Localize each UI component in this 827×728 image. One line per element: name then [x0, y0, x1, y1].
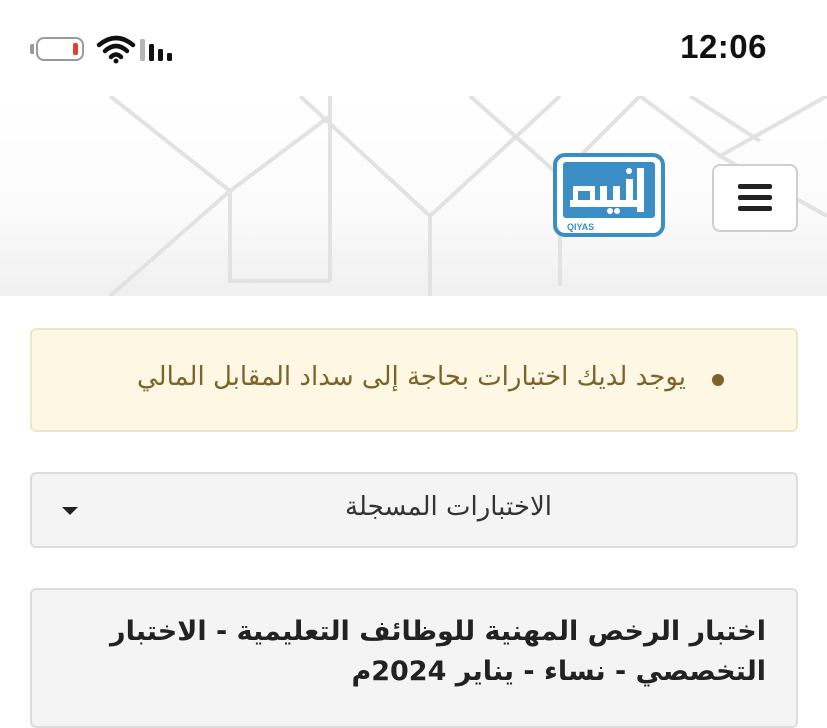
wifi-icon: [96, 35, 136, 64]
dropdown-selected-label: الاختبارات المسجلة: [345, 492, 552, 522]
cellular-signal-icon: [140, 39, 172, 61]
test-title: اختبار الرخص المهنية للوظائف التعليمية -…: [110, 616, 766, 687]
caret-down-icon: [62, 507, 78, 515]
payment-alert: يوجد لديك اختبارات بحاجة إلى سداد المقاب…: [30, 328, 798, 432]
test-card[interactable]: اختبار الرخص المهنية للوظائف التعليمية -…: [30, 588, 798, 728]
alert-message: يوجد لديك اختبارات بحاجة إلى سداد المقاب…: [137, 362, 686, 392]
status-bar: 12:06: [0, 0, 827, 96]
app-header: QIYAS: [0, 96, 827, 296]
svg-text:QIYAS: QIYAS: [567, 222, 594, 232]
battery-icon: [36, 37, 84, 61]
battery-level: [73, 43, 78, 55]
battery-tip: [30, 44, 34, 54]
status-time: 12:06: [680, 28, 767, 65]
bullet-icon: [712, 374, 724, 386]
menu-button[interactable]: [712, 164, 798, 232]
qiyas-logo: QIYAS: [553, 153, 665, 237]
header-pattern: [108, 96, 827, 296]
registered-tests-dropdown[interactable]: الاختبارات المسجلة: [30, 472, 798, 548]
